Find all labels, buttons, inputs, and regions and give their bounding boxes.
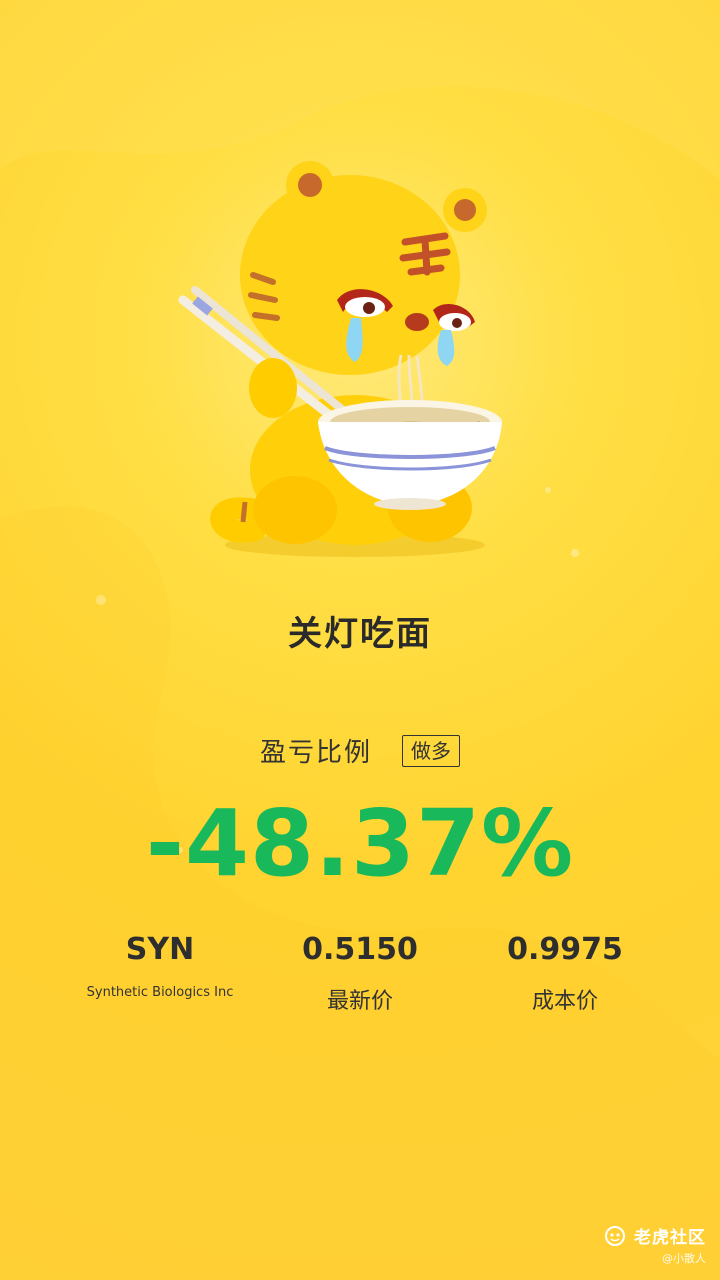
latest-price-value: 0.5150 [302,932,418,967]
title-text: 关灯吃面 [288,614,432,654]
watermark-brand: 老虎社区 [634,1228,706,1248]
ratio-row: 盈亏比例 做多 [0,732,720,769]
profit-loss-percent: -48.37% [145,790,575,897]
latest-price-label: 最新价 [326,989,393,1014]
ticker-block: SYN Synthetic Biologics Inc [70,932,250,1000]
latest-price-block: 0.5150 最新价 [280,932,440,1015]
watermark-user: @小散人 [662,1252,706,1265]
ticker-symbol: SYN [125,932,195,967]
company-name: Synthetic Biologics Inc [86,985,234,1000]
watermark: 老虎社区 @小散人 [604,1223,706,1266]
cost-price-value: 0.9975 [507,932,623,967]
cost-price-block: 0.9975 成本价 [485,932,645,1015]
cost-price-label: 成本价 [531,989,598,1014]
tiger-eating-noodles-illustration [178,161,502,557]
tiger-logo-icon [605,1225,625,1246]
stats-row: SYN Synthetic Biologics Inc 0.5150 最新价 0… [0,932,720,1032]
position-side-badge: 做多 [402,734,460,767]
ratio-label: 盈亏比例 [259,738,372,768]
